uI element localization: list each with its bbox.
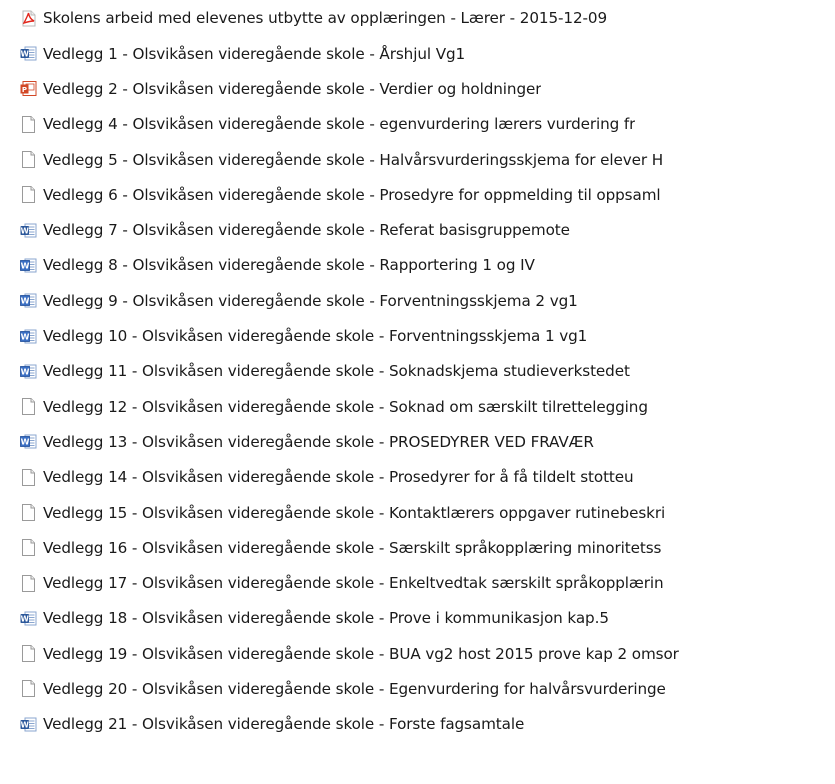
svg-text:W: W: [21, 297, 30, 306]
svg-text:W: W: [21, 261, 30, 270]
word-legacy-icon: W: [20, 363, 37, 380]
file-list-item[interactable]: W Vedlegg 21 - Olsvikåsen videregående s…: [0, 707, 835, 742]
blank-file-icon: [20, 645, 37, 663]
file-list: Skolens arbeid med elevenes utbytte av o…: [0, 0, 835, 742]
file-name: Vedlegg 5 - Olsvikåsen videregående skol…: [43, 150, 664, 169]
file-name: Vedlegg 1 - Olsvikåsen videregående skol…: [43, 44, 466, 63]
file-name: Vedlegg 2 - Olsvikåsen videregående skol…: [43, 79, 542, 98]
file-list-item[interactable]: Vedlegg 14 - Olsvikåsen videregående sko…: [0, 460, 835, 495]
blank-file-icon: [20, 680, 37, 698]
blank-file-icon: [20, 115, 37, 133]
word-doc-icon: W: [20, 222, 37, 239]
file-list-item[interactable]: Vedlegg 12 - Olsvikåsen videregående sko…: [0, 389, 835, 424]
file-name: Vedlegg 4 - Olsvikåsen videregående skol…: [43, 115, 636, 134]
file-name: Vedlegg 15 - Olsvikåsen videregående sko…: [43, 503, 666, 522]
svg-text:W: W: [21, 226, 30, 235]
file-list-item[interactable]: W Vedlegg 9 - Olsvikåsen videregående sk…: [0, 283, 835, 318]
svg-text:P: P: [22, 86, 27, 94]
word-doc-icon: W: [20, 610, 37, 627]
word-legacy-icon: W: [20, 292, 37, 309]
file-name: Vedlegg 6 - Olsvikåsen videregående skol…: [43, 185, 661, 204]
file-list-item[interactable]: Vedlegg 17 - Olsvikåsen videregående sko…: [0, 565, 835, 600]
word-doc-icon: W: [20, 716, 37, 733]
word-legacy-icon: W: [20, 433, 37, 450]
file-list-item[interactable]: W Vedlegg 18 - Olsvikåsen videregående s…: [0, 601, 835, 636]
file-list-item[interactable]: Vedlegg 20 - Olsvikåsen videregående sko…: [0, 671, 835, 706]
file-name: Vedlegg 21 - Olsvikåsen videregående sko…: [43, 715, 525, 734]
file-list-item[interactable]: Vedlegg 15 - Olsvikåsen videregående sko…: [0, 495, 835, 530]
blank-file-icon: [20, 151, 37, 169]
blank-file-icon: [20, 574, 37, 592]
file-name: Vedlegg 13 - Olsvikåsen videregående sko…: [43, 432, 594, 451]
file-list-item[interactable]: W Vedlegg 7 - Olsvikåsen videregående sk…: [0, 212, 835, 247]
word-legacy-icon: W: [20, 257, 37, 274]
blank-file-icon: [20, 398, 37, 416]
blank-file-icon: [20, 539, 37, 557]
file-list-item[interactable]: W Vedlegg 8 - Olsvikåsen videregående sk…: [0, 248, 835, 283]
blank-file-icon: [20, 468, 37, 486]
svg-text:W: W: [21, 720, 30, 729]
file-name: Vedlegg 18 - Olsvikåsen videregående sko…: [43, 609, 609, 628]
file-list-item[interactable]: W Vedlegg 11 - Olsvikåsen videregående s…: [0, 354, 835, 389]
file-list-item[interactable]: Vedlegg 19 - Olsvikåsen videregående sko…: [0, 636, 835, 671]
svg-text:W: W: [21, 49, 30, 58]
file-name: Vedlegg 8 - Olsvikåsen videregående skol…: [43, 256, 535, 275]
svg-text:W: W: [21, 614, 30, 623]
svg-text:W: W: [21, 367, 30, 376]
svg-text:W: W: [21, 438, 30, 447]
file-list-item[interactable]: W Vedlegg 1 - Olsvikåsen videregående sk…: [0, 36, 835, 71]
file-name: Vedlegg 12 - Olsvikåsen videregående sko…: [43, 397, 648, 416]
word-legacy-icon: W: [20, 328, 37, 345]
file-name: Vedlegg 17 - Olsvikåsen videregående sko…: [43, 574, 664, 593]
file-list-item[interactable]: P Vedlegg 2 - Olsvikåsen videregående sk…: [0, 71, 835, 106]
powerpoint-icon: P: [20, 80, 37, 97]
file-list-item[interactable]: Vedlegg 4 - Olsvikåsen videregående skol…: [0, 107, 835, 142]
file-name: Vedlegg 10 - Olsvikåsen videregående sko…: [43, 327, 588, 346]
file-name: Vedlegg 7 - Olsvikåsen videregående skol…: [43, 221, 570, 240]
file-list-item[interactable]: Skolens arbeid med elevenes utbytte av o…: [0, 0, 835, 36]
pdf-icon: [20, 10, 37, 27]
file-name: Vedlegg 14 - Olsvikåsen videregående sko…: [43, 468, 634, 487]
file-list-item[interactable]: Vedlegg 16 - Olsvikåsen videregående sko…: [0, 530, 835, 565]
file-name: Skolens arbeid med elevenes utbytte av o…: [43, 9, 608, 27]
file-name: Vedlegg 20 - Olsvikåsen videregående sko…: [43, 679, 666, 698]
file-name: Vedlegg 16 - Olsvikåsen videregående sko…: [43, 538, 662, 557]
file-name: Vedlegg 11 - Olsvikåsen videregående sko…: [43, 362, 630, 381]
file-name: Vedlegg 19 - Olsvikåsen videregående sko…: [43, 644, 679, 663]
file-list-item[interactable]: W Vedlegg 10 - Olsvikåsen videregående s…: [0, 318, 835, 353]
word-doc-icon: W: [20, 45, 37, 62]
file-name: Vedlegg 9 - Olsvikåsen videregående skol…: [43, 291, 578, 310]
file-list-item[interactable]: Vedlegg 6 - Olsvikåsen videregående skol…: [0, 177, 835, 212]
blank-file-icon: [20, 504, 37, 521]
svg-text:W: W: [21, 332, 30, 341]
file-list-item[interactable]: Vedlegg 5 - Olsvikåsen videregående skol…: [0, 142, 835, 177]
file-list-item[interactable]: W Vedlegg 13 - Olsvikåsen videregående s…: [0, 424, 835, 459]
blank-file-icon: [20, 186, 37, 204]
